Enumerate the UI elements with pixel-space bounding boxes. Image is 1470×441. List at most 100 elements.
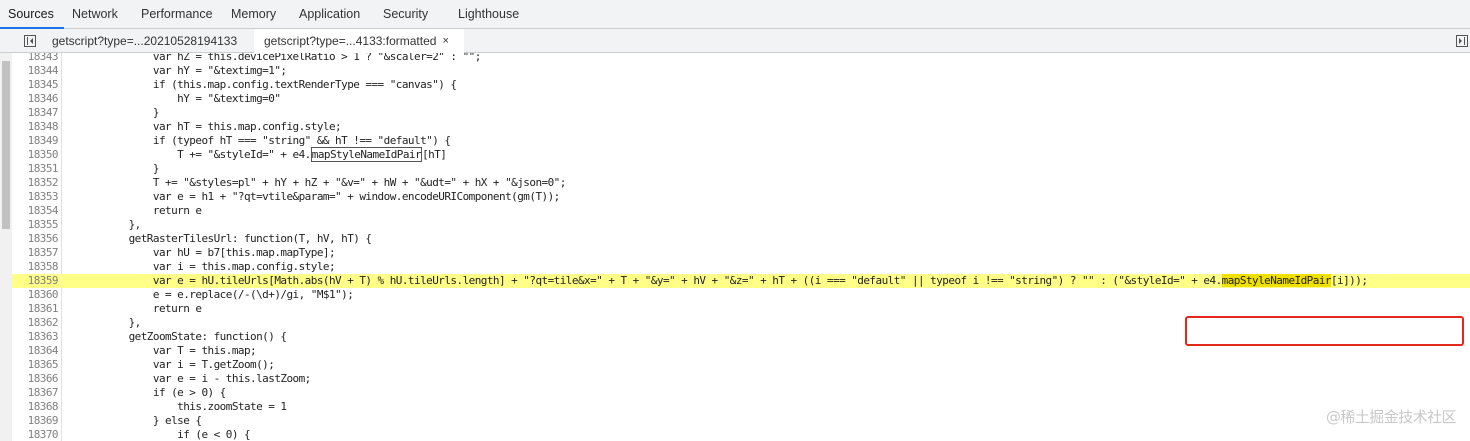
code-line[interactable]: 18347 } [12, 106, 1470, 120]
line-number[interactable]: 18344 [12, 64, 59, 78]
code-text: var hZ = this.devicePixelRatio > 1 ? "&s… [80, 53, 481, 63]
line-number[interactable]: 18361 [12, 302, 59, 316]
code-line[interactable]: 18358 var i = this.map.config.style; [12, 260, 1470, 274]
line-number[interactable]: 18353 [12, 190, 59, 204]
code-text: }, [80, 316, 142, 329]
code-line-current[interactable]: 18359 var e = hU.tileUrls[Math.abs(hV + … [12, 274, 1470, 288]
code-line[interactable]: 18350 T += "&styleId=" + e4.mapStyleName… [12, 147, 1470, 162]
scrollbar-thumb[interactable] [2, 61, 10, 229]
line-number[interactable]: 18343 [12, 53, 59, 64]
code-line[interactable]: 18353 var e = h1 + "?qt=vtile&param=" + … [12, 190, 1470, 204]
file-tab-label: getscript?type=...4133:formatted [264, 34, 437, 48]
tab-network[interactable]: Network [72, 0, 118, 28]
file-tab-formatted[interactable]: getscript?type=...4133:formatted × [254, 29, 464, 53]
code-text: getRasterTilesUrl: function(T, hV, hT) { [80, 232, 372, 245]
file-tab-original[interactable]: getscript?type=...20210528194133 [44, 29, 252, 52]
toggle-debugger-icon[interactable] [1456, 35, 1468, 47]
code-line[interactable]: 18360 e = e.replace(/-(\d+)/gi, "M$1"); [12, 288, 1470, 302]
code-text: hY = "&textimg=0" [80, 92, 281, 105]
line-number[interactable]: 18347 [12, 106, 59, 120]
code-editor[interactable]: 18343 var hZ = this.devicePixelRatio > 1… [0, 53, 1470, 441]
line-number[interactable]: 18360 [12, 288, 59, 302]
code-line[interactable]: 18366 var e = i - this.lastZoom; [12, 372, 1470, 386]
code-segment: [hT] [422, 148, 447, 161]
code-line[interactable]: 18356 getRasterTilesUrl: function(T, hV,… [12, 232, 1470, 246]
devtools-tab-bar: Sources Network Performance Memory Appli… [0, 0, 1470, 29]
code-line[interactable]: 18370 if (e < 0) { [12, 428, 1470, 441]
code-line[interactable]: 18343 var hZ = this.devicePixelRatio > 1… [12, 53, 1470, 64]
line-number[interactable]: 18346 [12, 92, 59, 106]
collapse-arrow-icon [30, 38, 33, 44]
line-number[interactable]: 18368 [12, 400, 59, 414]
code-text: e = e.replace(/-(\d+)/gi, "M$1"); [80, 288, 354, 301]
line-number[interactable]: 18357 [12, 246, 59, 260]
code-text: if (e > 0) { [80, 386, 226, 399]
code-segment: [i])); [1330, 274, 1368, 287]
code-line[interactable]: 18344 var hY = "&textimg=1"; [12, 64, 1470, 78]
line-number[interactable]: 18358 [12, 260, 59, 274]
code-line[interactable]: 18368 this.zoomState = 1 [12, 400, 1470, 414]
watermark: @稀土掘金技术社区 [1325, 408, 1457, 426]
line-number[interactable]: 18351 [12, 162, 59, 176]
line-number[interactable]: 18367 [12, 386, 59, 400]
annotation-highlight-box [1185, 316, 1464, 346]
line-number[interactable]: 18366 [12, 372, 59, 386]
code-text: var T = this.map; [80, 344, 257, 357]
code-text: var i = T.getZoom(); [80, 358, 275, 371]
tab-lighthouse[interactable]: Lighthouse [458, 0, 519, 28]
code-text: var hU = b7[this.map.mapType]; [80, 246, 336, 259]
code-line[interactable]: 18346 hY = "&textimg=0" [12, 92, 1470, 106]
scrollbar[interactable] [0, 53, 12, 441]
code-text: } else { [80, 414, 202, 427]
code-line[interactable]: 18352 T += "&styles=pl" + hY + hZ + "&v=… [12, 176, 1470, 190]
line-number[interactable]: 18363 [12, 330, 59, 344]
line-number[interactable]: 18369 [12, 414, 59, 428]
line-number[interactable]: 18354 [12, 204, 59, 218]
file-tab-label: getscript?type=...20210528194133 [52, 33, 238, 48]
code-line[interactable]: 18355 }, [12, 218, 1470, 232]
line-number[interactable]: 18365 [12, 358, 59, 372]
editor-tab-bar: getscript?type=...20210528194133 getscri… [0, 29, 1470, 53]
line-number[interactable]: 18345 [12, 78, 59, 92]
expand-arrow-icon [1459, 38, 1462, 44]
tab-performance[interactable]: Performance [141, 0, 213, 28]
line-number[interactable]: 18362 [12, 316, 59, 330]
tab-sources[interactable]: Sources [0, 0, 64, 29]
search-result-outline: mapStyleNameIdPair [310, 147, 423, 162]
code-line[interactable]: 18345 if (this.map.config.textRenderType… [12, 78, 1470, 92]
search-result-match: mapStyleNameIdPair [1221, 274, 1332, 287]
code-line[interactable]: 18367 if (e > 0) { [12, 386, 1470, 400]
code-text: }, [80, 218, 142, 231]
code-text: if (this.map.config.textRenderType === "… [80, 78, 457, 91]
tab-application[interactable]: Application [299, 0, 360, 28]
code-text: } [80, 162, 160, 175]
line-number[interactable]: 18355 [12, 218, 59, 232]
code-line[interactable]: 18349 if (typeof hT === "string" && hT !… [12, 134, 1470, 148]
code-text: return e [80, 204, 202, 217]
code-text: var hY = "&textimg=1"; [80, 64, 287, 77]
line-number[interactable]: 18370 [12, 428, 59, 441]
code-text: var e = i - this.lastZoom; [80, 372, 311, 385]
code-line[interactable]: 18365 var i = T.getZoom(); [12, 358, 1470, 372]
code-line[interactable]: 18357 var hU = b7[this.map.mapType]; [12, 246, 1470, 260]
code-line[interactable]: 18364 var T = this.map; [12, 344, 1470, 358]
code-line[interactable]: 18369 } else { [12, 414, 1470, 428]
line-number[interactable]: 18364 [12, 344, 59, 358]
code-line[interactable]: 18361 return e [12, 302, 1470, 316]
close-icon[interactable]: × [442, 35, 448, 47]
code-segment: T += "&styleId=" + e4. [80, 148, 311, 161]
code-text: if (e < 0) { [80, 428, 251, 441]
line-number[interactable]: 18348 [12, 120, 59, 134]
code-text: this.zoomState = 1 [80, 400, 287, 413]
line-number[interactable]: 18350 [12, 148, 59, 162]
line-number[interactable]: 18349 [12, 134, 59, 148]
tab-security[interactable]: Security [383, 0, 428, 28]
code-line[interactable]: 18354 return e [12, 204, 1470, 218]
code-line[interactable]: 18348 var hT = this.map.config.style; [12, 120, 1470, 134]
line-number[interactable]: 18359 [12, 274, 59, 288]
line-number[interactable]: 18356 [12, 232, 59, 246]
line-number[interactable]: 18352 [12, 176, 59, 190]
code-text: var hT = this.map.config.style; [80, 120, 342, 133]
tab-memory[interactable]: Memory [231, 0, 276, 28]
code-line[interactable]: 18351 } [12, 162, 1470, 176]
